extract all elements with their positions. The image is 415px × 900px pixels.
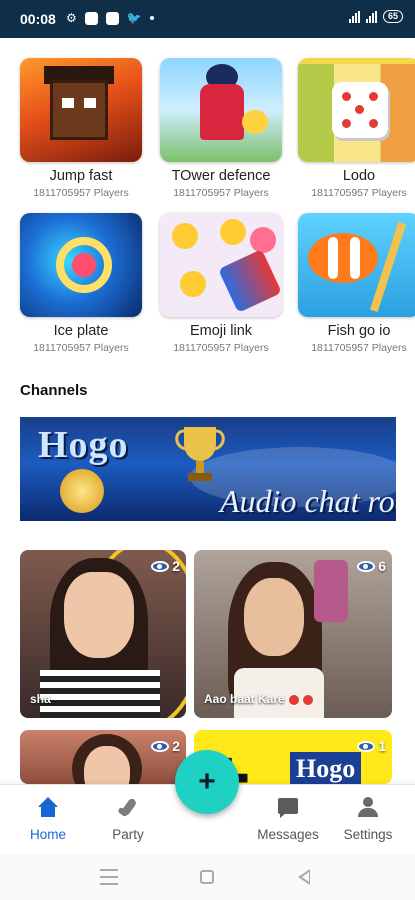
game-players: 1811705957 Players (33, 342, 129, 354)
viewer-count: 2 (151, 558, 180, 574)
banner-brand: Hogo (38, 424, 129, 466)
game-thumbnail[interactable] (298, 213, 415, 317)
game-players: 1811705957 Players (311, 187, 407, 199)
game-card-tower-defence[interactable]: TOwer defence 1811705957 Players (160, 58, 282, 199)
eye-icon (151, 740, 170, 752)
app-notification-icon (84, 11, 98, 25)
status-bar: 00:08 ⚙ 🐦 65 (0, 0, 415, 38)
game-card-lodo[interactable]: Lodo 1811705957 Players (298, 58, 415, 199)
status-system-icons: 65 (348, 10, 403, 23)
signal-icon (365, 10, 377, 23)
game-players: 1811705957 Players (173, 342, 269, 354)
system-back-button[interactable] (298, 869, 310, 885)
game-title: Jump fast (49, 168, 113, 184)
nav-messages[interactable]: Messages (248, 797, 328, 842)
medal-icon (60, 469, 104, 513)
room-card[interactable]: 2 sha (20, 550, 186, 718)
room-card[interactable]: 2 (20, 730, 186, 784)
viewer-count: 2 (151, 738, 180, 754)
room-brand: Hogo (290, 752, 362, 784)
game-thumbnail[interactable] (298, 58, 415, 162)
eye-icon (151, 560, 170, 572)
game-card-ice-plate[interactable]: Ice plate 1811705957 Players (20, 213, 142, 354)
nav-label: Party (112, 827, 144, 842)
recent-apps-button[interactable] (100, 869, 118, 885)
game-title: Ice plate (53, 323, 109, 339)
channel-banner[interactable]: Hogo Audio chat room (20, 417, 396, 521)
create-room-button[interactable]: + (175, 750, 239, 814)
status-notification-icons: ⚙ 🐦 (66, 11, 154, 25)
status-time: 00:08 (20, 11, 56, 27)
game-card-jump-fast[interactable]: Jump fast 1811705957 Players (20, 58, 142, 199)
eye-icon (357, 560, 376, 572)
nav-settings[interactable]: Settings (328, 797, 408, 842)
game-thumbnail[interactable] (160, 58, 282, 162)
game-title: Lodo (342, 168, 376, 184)
party-icon (116, 797, 140, 819)
channels-heading: Channels (20, 382, 88, 399)
system-navigation-bar (0, 854, 415, 900)
viewer-count: 6 (357, 558, 386, 574)
room-card[interactable]: 6 Aao baat Kare (194, 550, 392, 718)
room-name: sha (30, 692, 51, 706)
game-players: 1811705957 Players (173, 187, 269, 199)
nav-label: Messages (257, 827, 319, 842)
messages-icon (276, 797, 300, 819)
more-notifications-icon (149, 16, 154, 20)
settings-icon (356, 797, 380, 819)
game-title: Fish go io (327, 323, 391, 339)
nav-label: Home (29, 827, 66, 842)
home-icon (36, 797, 60, 819)
nav-label: Settings (343, 827, 393, 842)
game-players: 1811705957 Players (33, 187, 129, 199)
game-thumbnail[interactable] (20, 58, 142, 162)
game-thumbnail[interactable] (20, 213, 142, 317)
lips-emoji-icon (302, 694, 313, 705)
viewer-count: 1 (357, 738, 386, 754)
trophy-icon (175, 427, 225, 481)
system-home-button[interactable] (200, 870, 214, 884)
game-thumbnail[interactable] (160, 213, 282, 317)
signal-icon (348, 10, 360, 23)
banner-tagline: Audio chat room (220, 483, 396, 519)
lips-emoji-icon (288, 694, 299, 705)
battery-icon: 65 (382, 10, 403, 23)
twitter-icon: 🐦 (126, 11, 142, 25)
game-card-fish-go-io[interactable]: Fish go io 1811705957 Players (298, 213, 415, 354)
game-title: TOwer defence (171, 168, 271, 184)
game-players: 1811705957 Players (311, 342, 407, 354)
instagram-icon (105, 11, 119, 25)
game-title: Emoji link (189, 323, 253, 339)
game-card-emoji-link[interactable]: Emoji link 1811705957 Players (160, 213, 282, 354)
nav-party[interactable]: Party (88, 797, 168, 842)
eye-icon (357, 740, 376, 752)
gear-icon: ⚙ (66, 11, 77, 25)
nav-home[interactable]: Home (8, 797, 88, 842)
room-name: Aao baat Kare (204, 692, 313, 706)
